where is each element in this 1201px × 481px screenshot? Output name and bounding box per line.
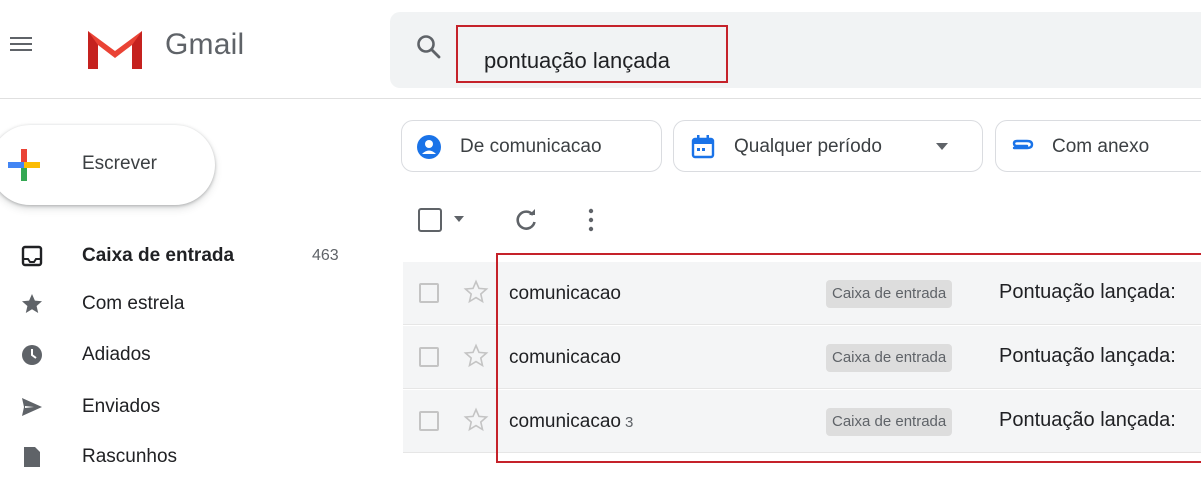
send-icon	[22, 398, 42, 416]
attachment-icon	[1012, 139, 1034, 150]
refresh-icon[interactable]	[512, 206, 540, 234]
email-subject: Pontuação lançada:	[999, 281, 1176, 303]
email-subject: Pontuação lançada:	[999, 409, 1176, 431]
sidebar-item-starred[interactable]: Com estrela	[0, 280, 380, 328]
dropdown-arrow-icon	[936, 143, 948, 150]
sidebar-item-label: Rascunhos	[82, 446, 178, 467]
email-row[interactable]: comunicacao 3 Caixa de entrada Pontuação …	[403, 390, 1201, 453]
row-checkbox[interactable]	[419, 283, 439, 303]
star-outline-icon[interactable]	[463, 279, 489, 305]
inbox-icon	[21, 245, 43, 267]
chip-label: Com anexo	[1052, 136, 1150, 157]
sidebar-item-label: Com estrela	[82, 293, 185, 314]
sidebar-item-label: Caixa de entrada	[82, 245, 235, 266]
top-bar: Gmail	[0, 0, 1201, 98]
email-row[interactable]: comunicacao Caixa de entrada Pontuação l…	[403, 262, 1201, 325]
label-badge[interactable]: Caixa de entrada	[826, 408, 953, 436]
sidebar-item-snoozed[interactable]: Adiados	[0, 331, 380, 379]
search-input[interactable]	[456, 25, 728, 83]
draft-icon	[24, 447, 40, 467]
sidebar-item-label: Adiados	[82, 344, 151, 365]
email-row[interactable]: comunicacao Caixa de entrada Pontuação l…	[403, 326, 1201, 389]
calendar-icon	[691, 135, 715, 159]
row-checkbox[interactable]	[419, 347, 439, 367]
main-menu-icon[interactable]	[10, 35, 32, 53]
chip-label: De comunicacao	[460, 136, 602, 157]
email-subject: Pontuação lançada:	[999, 345, 1176, 367]
sidebar-item-inbox[interactable]: Caixa de entrada 463	[0, 232, 380, 280]
select-options-caret-icon[interactable]	[454, 216, 464, 222]
chip-date-range[interactable]: Qualquer período	[673, 120, 983, 172]
compose-button[interactable]: Escrever	[0, 125, 215, 205]
chip-from[interactable]: De comunicacao	[401, 120, 662, 172]
chip-label: Qualquer período	[734, 136, 882, 157]
app-name: Gmail	[165, 28, 245, 61]
select-all-checkbox[interactable]	[418, 208, 442, 232]
chip-has-attachment[interactable]: Com anexo	[995, 120, 1201, 172]
star-icon	[22, 294, 42, 313]
email-sender: comunicacao 3	[509, 411, 634, 432]
email-sender: comunicacao	[509, 347, 621, 368]
label-badge[interactable]: Caixa de entrada	[826, 344, 953, 372]
person-icon	[417, 135, 441, 159]
thread-count: 3	[624, 414, 634, 431]
more-options-icon[interactable]	[586, 206, 596, 234]
email-sender: comunicacao	[509, 283, 621, 304]
sidebar-item-label: Enviados	[82, 396, 161, 417]
header-divider	[0, 98, 1201, 99]
clock-icon	[22, 345, 42, 365]
unread-count: 463	[312, 247, 339, 264]
sidebar-item-drafts[interactable]: Rascunhos	[0, 433, 380, 481]
plus-icon	[8, 149, 40, 181]
label-badge[interactable]: Caixa de entrada	[826, 280, 953, 308]
compose-label: Escrever	[82, 153, 157, 174]
star-outline-icon[interactable]	[463, 343, 489, 369]
search-icon[interactable]	[416, 34, 442, 60]
star-outline-icon[interactable]	[463, 407, 489, 433]
row-checkbox[interactable]	[419, 411, 439, 431]
sidebar-item-sent[interactable]: Enviados	[0, 383, 380, 431]
gmail-logo-icon[interactable]	[84, 25, 146, 73]
search-bar	[390, 12, 1201, 88]
